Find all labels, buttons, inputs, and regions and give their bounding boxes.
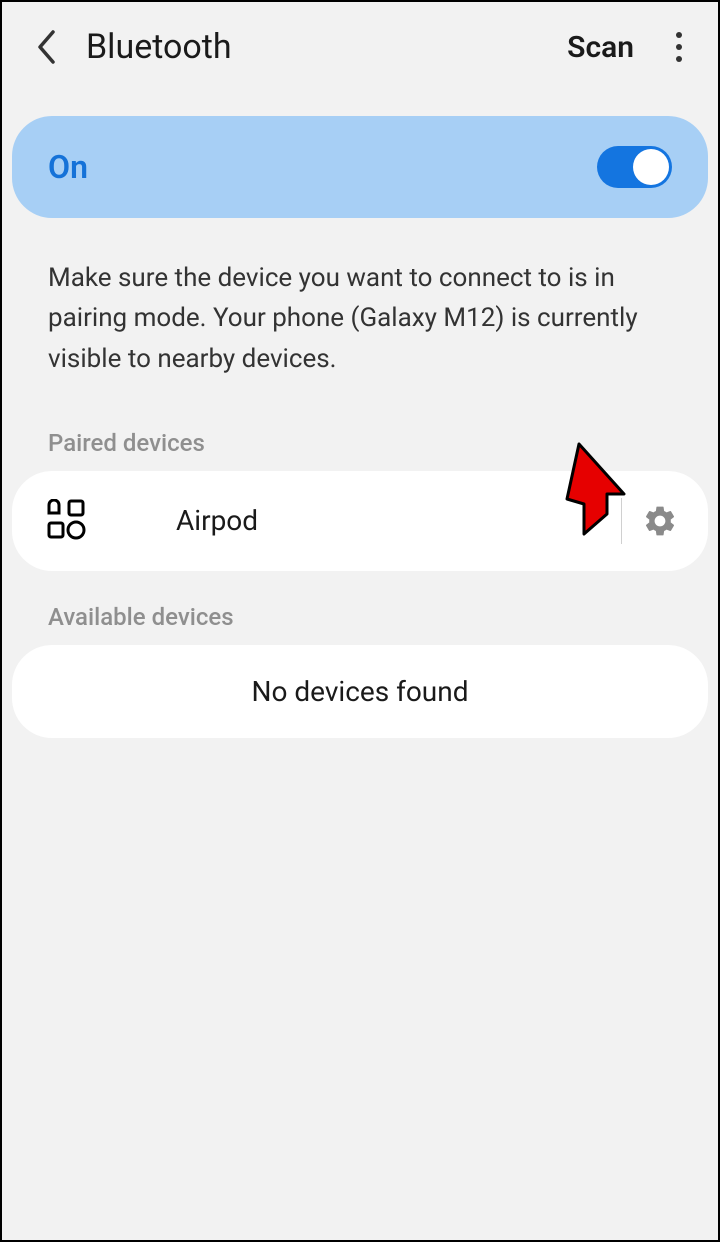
chevron-left-icon xyxy=(35,29,57,65)
device-type-icon xyxy=(40,497,88,545)
no-devices-card: No devices found xyxy=(12,645,708,738)
no-devices-text: No devices found xyxy=(251,675,468,708)
available-devices-label: Available devices xyxy=(2,571,718,645)
device-name: Airpod xyxy=(176,504,603,537)
bluetooth-toggle[interactable] xyxy=(597,146,672,188)
scan-button[interactable]: Scan xyxy=(567,30,634,65)
bluetooth-status-card: On xyxy=(12,116,708,218)
more-vertical-icon xyxy=(675,31,683,63)
paired-device-row[interactable]: Airpod xyxy=(12,471,708,571)
row-divider xyxy=(621,498,622,544)
back-button[interactable] xyxy=(26,27,66,67)
gear-icon xyxy=(642,503,678,539)
toggle-knob xyxy=(633,149,669,185)
device-settings-button[interactable] xyxy=(640,501,680,541)
more-options-button[interactable] xyxy=(664,27,694,67)
header-bar: Bluetooth Scan xyxy=(2,2,718,92)
status-label: On xyxy=(48,148,88,186)
page-title: Bluetooth xyxy=(86,27,567,67)
pairing-description: Make sure the device you want to connect… xyxy=(2,218,718,409)
paired-devices-label: Paired devices xyxy=(2,409,718,471)
